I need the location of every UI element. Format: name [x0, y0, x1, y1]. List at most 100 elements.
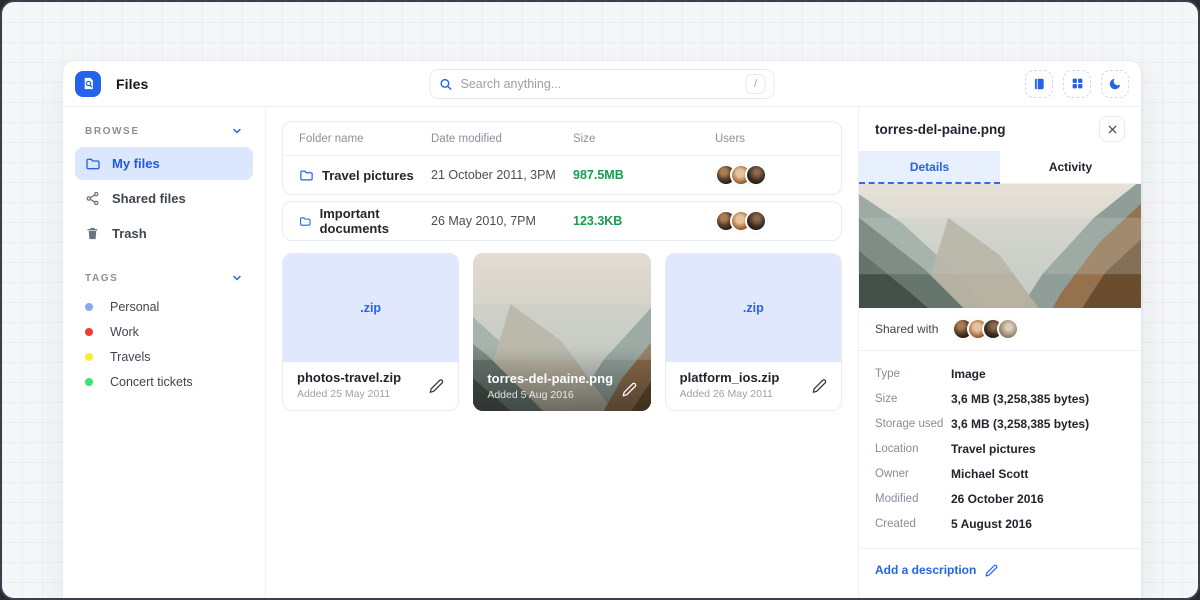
tab-details[interactable]: Details — [859, 151, 1000, 184]
detail-row-size: Size 3,6 MB (3,258,385 bytes) — [875, 386, 1125, 411]
zip-badge: .zip — [360, 301, 381, 315]
folder-icon — [299, 168, 314, 183]
zip-badge: .zip — [743, 301, 764, 315]
add-description-link[interactable]: Add a description — [875, 563, 976, 577]
edit-icon[interactable] — [985, 564, 998, 577]
dark-mode-button[interactable] — [1101, 70, 1129, 98]
detail-value: Travel pictures — [951, 442, 1036, 456]
folder-name: Travel pictures — [322, 168, 414, 183]
share-icon — [85, 191, 101, 206]
detail-value: Michael Scott — [951, 467, 1028, 481]
folder-icon — [299, 214, 312, 229]
detail-label: Modified — [875, 493, 951, 505]
tag-concert-tickets[interactable]: Concert tickets — [75, 369, 253, 394]
grid-view-button[interactable] — [1063, 70, 1091, 98]
detail-label: Owner — [875, 468, 951, 480]
tag-travels[interactable]: Travels — [75, 344, 253, 369]
table-row-travel-pictures[interactable]: Travel pictures 21 October 2011, 3PM 987… — [283, 156, 841, 194]
detail-row-type: Type Image — [875, 361, 1125, 386]
users-avatars — [715, 164, 825, 186]
folders-table-row-card: Important documents 26 May 2010, 7PM 123… — [282, 201, 842, 241]
detail-label: Storage used — [875, 418, 951, 430]
folder-icon — [85, 156, 101, 172]
top-actions — [1025, 70, 1129, 98]
search-bar[interactable]: / — [430, 69, 775, 99]
browse-section-header[interactable]: BROWSE — [75, 121, 253, 147]
app-window: Files / — [62, 60, 1142, 600]
brand: Files — [75, 71, 148, 97]
tag-label: Travels — [110, 350, 151, 364]
detail-value: 3,6 MB (3,258,385 bytes) — [951, 417, 1089, 431]
sidebar: BROWSE My files Shared files — [63, 107, 266, 600]
search-input[interactable] — [461, 77, 738, 91]
tags-section-header[interactable]: TAGS — [75, 268, 253, 294]
close-panel-button[interactable] — [1099, 116, 1125, 142]
shared-with-avatars — [952, 318, 1019, 340]
tag-dot — [85, 303, 93, 311]
size-value: 123.3KB — [573, 214, 715, 228]
sidebar-item-my-files[interactable]: My files — [75, 147, 253, 180]
edit-icon[interactable] — [429, 379, 444, 394]
topbar: Files / — [63, 61, 1141, 107]
tags-section: TAGS Personal Work — [75, 268, 253, 394]
notebook-button[interactable] — [1025, 70, 1053, 98]
file-title: photos-travel.zip — [297, 370, 444, 385]
screen: Files / — [0, 0, 1200, 600]
tab-activity[interactable]: Activity — [1000, 151, 1141, 184]
panel-title: torres-del-paine.png — [875, 122, 1006, 137]
detail-value: 26 October 2016 — [951, 492, 1044, 506]
size-value: 987.5MB — [573, 168, 715, 182]
detail-label: Created — [875, 518, 951, 530]
table-row-important-documents[interactable]: Important documents 26 May 2010, 7PM 123… — [283, 202, 841, 240]
detail-row-location: Location Travel pictures — [875, 436, 1125, 461]
file-card-photos-travel-zip[interactable]: .zip photos-travel.zip Added 25 May 2011 — [282, 253, 459, 411]
file-added-date: Added 26 May 2011 — [680, 388, 827, 400]
sidebar-item-label: Trash — [112, 226, 147, 241]
tags-label: TAGS — [85, 273, 118, 284]
users-avatars — [715, 210, 825, 232]
detail-value: 3,6 MB (3,258,385 bytes) — [951, 392, 1089, 406]
date-modified: 21 October 2011, 3PM — [431, 168, 573, 182]
notebook-icon — [1032, 77, 1046, 91]
file-title: torres-del-paine.png — [487, 371, 613, 386]
column-date-modified: Date modified — [431, 133, 573, 145]
file-card-platform-ios-zip[interactable]: .zip platform_ios.zip Added 26 May 2011 — [665, 253, 842, 411]
zip-preview: .zip — [666, 254, 841, 362]
column-size: Size — [573, 133, 715, 145]
tag-dot — [85, 353, 93, 361]
tag-label: Personal — [110, 300, 159, 314]
sidebar-item-trash[interactable]: Trash — [75, 217, 253, 250]
app-title: Files — [116, 76, 148, 92]
edit-icon[interactable] — [622, 382, 637, 397]
detail-label: Location — [875, 443, 951, 455]
grid-icon — [1071, 77, 1084, 90]
detail-value: 5 August 2016 — [951, 517, 1032, 531]
edit-icon[interactable] — [812, 379, 827, 394]
file-card-torres-del-paine[interactable]: torres-del-paine.png Added 5 Aug 2016 — [473, 253, 650, 411]
file-preview-image — [859, 184, 1141, 308]
detail-label: Size — [875, 393, 951, 405]
trash-icon — [85, 226, 101, 241]
avatar — [745, 164, 767, 186]
sidebar-item-label: My files — [112, 156, 160, 171]
tag-personal[interactable]: Personal — [75, 294, 253, 319]
avatar — [745, 210, 767, 232]
add-description-row: Add a description — [859, 548, 1141, 591]
table-header: Folder name Date modified Size Users — [283, 122, 841, 156]
app-logo-icon[interactable] — [75, 71, 101, 97]
tag-label: Concert tickets — [110, 375, 193, 389]
main-content: Folder name Date modified Size Users Tra… — [266, 107, 858, 600]
detail-label: Type — [875, 368, 951, 380]
search-shortcut-badge: / — [746, 74, 766, 94]
folder-name: Important documents — [320, 206, 431, 236]
details-list: Type Image Size 3,6 MB (3,258,385 bytes)… — [859, 351, 1141, 542]
tag-work[interactable]: Work — [75, 319, 253, 344]
browse-label: BROWSE — [85, 126, 140, 137]
detail-row-modified: Modified 26 October 2016 — [875, 486, 1125, 511]
file-cards: .zip photos-travel.zip Added 25 May 2011 — [282, 253, 842, 411]
sidebar-item-shared-files[interactable]: Shared files — [75, 182, 253, 215]
sidebar-item-label: Shared files — [112, 191, 186, 206]
moon-icon — [1108, 77, 1122, 91]
detail-row-created: Created 5 August 2016 — [875, 511, 1125, 536]
detail-value: Image — [951, 367, 986, 381]
